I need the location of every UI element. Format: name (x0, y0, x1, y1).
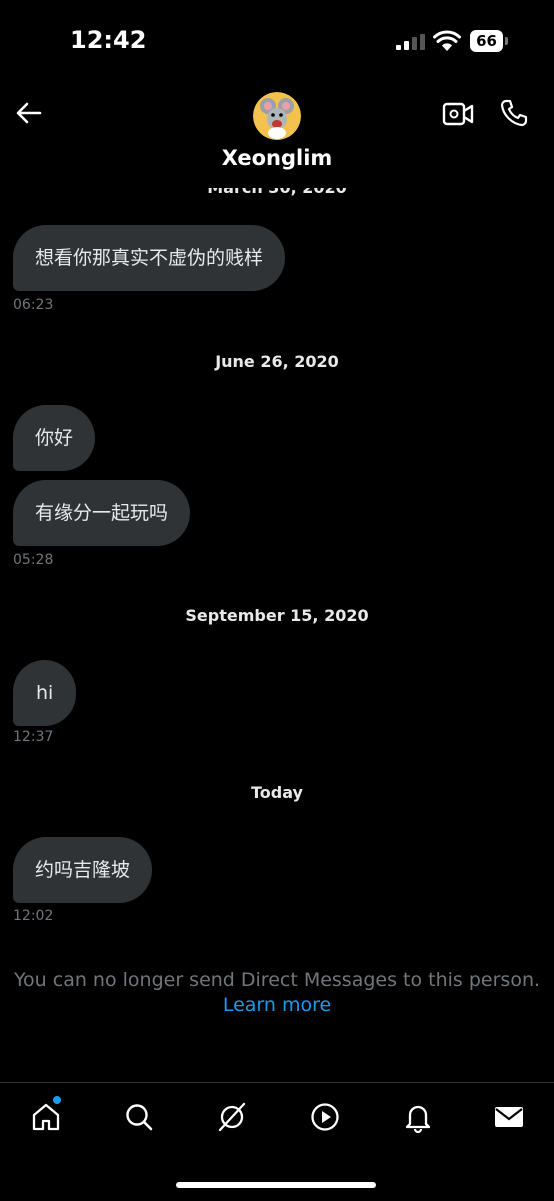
phone-icon[interactable] (499, 98, 529, 128)
message-time: 05:28 (13, 552, 54, 568)
contact-name[interactable]: Xeonglim (0, 146, 554, 170)
message-time: 12:37 (13, 729, 54, 745)
status-time: 12:42 (70, 26, 147, 54)
back-arrow-icon[interactable] (14, 98, 44, 128)
dm-disabled-notice: You can no longer send Direct Messages t… (13, 969, 541, 991)
message-bubble[interactable]: 有缘分一起玩吗 (13, 480, 191, 546)
message-bubble[interactable]: 约吗吉隆坡 (13, 837, 153, 903)
message-bubble[interactable]: hi (13, 660, 77, 726)
search-icon[interactable] (123, 1101, 155, 1133)
home-icon[interactable] (30, 1101, 62, 1133)
battery-icon: 66 (470, 30, 508, 52)
wifi-icon (433, 30, 461, 51)
message-time: 12:02 (13, 908, 54, 924)
play-icon[interactable] (309, 1101, 341, 1133)
signal-icon (396, 34, 425, 50)
date-separator: June 26, 2020 (215, 352, 339, 371)
bell-icon[interactable] (402, 1101, 434, 1134)
mail-icon[interactable] (493, 1101, 525, 1133)
video-call-icon[interactable] (442, 100, 474, 128)
message-time: 06:23 (13, 297, 54, 313)
home-indicator (176, 1182, 376, 1188)
avatar[interactable] (253, 92, 301, 140)
status-bar: 12:42 66 (0, 0, 554, 84)
notification-dot (53, 1096, 61, 1104)
message-bubble[interactable]: 你好 (13, 405, 96, 471)
message-bubble[interactable]: 想看你那真实不虚伪的贱样 (13, 225, 286, 291)
date-separator: September 15, 2020 (185, 606, 369, 625)
conversation-header: Xeonglim (0, 84, 554, 188)
learn-more-link[interactable]: Learn more (0, 994, 554, 1016)
grok-icon[interactable] (216, 1101, 248, 1133)
battery-level: 66 (470, 30, 503, 52)
date-separator: Today (251, 783, 303, 802)
